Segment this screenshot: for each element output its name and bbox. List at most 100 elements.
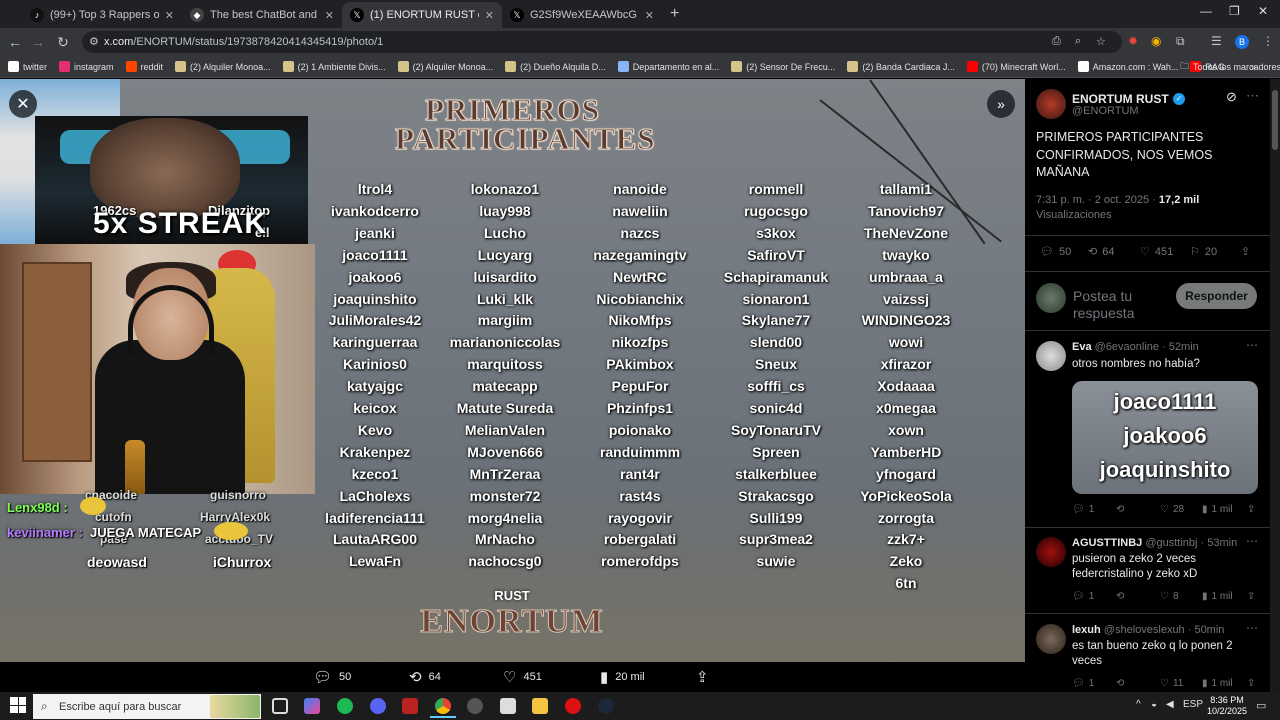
reply-name[interactable]: lexuh [1072, 624, 1101, 636]
all-bookmarks-button[interactable]: 🗀︎ Todos los marcadores [1180, 59, 1280, 75]
more-options-icon[interactable]: ⋯ [1246, 338, 1258, 352]
windows-start-icon[interactable] [10, 697, 26, 713]
reply-name[interactable]: AGUSTTINBJ [1072, 537, 1142, 549]
extension-icon[interactable]: ✹ [1128, 34, 1138, 48]
notifications-icon[interactable]: ▭ [1256, 699, 1266, 712]
app-icon[interactable] [402, 698, 418, 714]
bookmark-item[interactable]: (2) 1 Ambiente Divis... [282, 61, 386, 72]
author-name[interactable]: ENORTUM RUST [1072, 92, 1169, 106]
address-bar[interactable]: ⚙ x.com/ENORTUM/status/19738784204143454… [82, 31, 1122, 53]
scrollbar-thumb[interactable] [1272, 90, 1278, 150]
repost-button[interactable]: ⟲ 64 [1088, 245, 1114, 259]
chrome-icon[interactable] [435, 698, 451, 714]
reply-button[interactable]: 💬︎ 1 [1072, 591, 1094, 602]
browser-tab-active[interactable]: 𝕏 (1) ENORTUM RUST en X: "PRIM ✕ [342, 2, 502, 28]
reading-list-icon[interactable]: ☰ [1211, 34, 1222, 48]
reply-image[interactable]: joaco1111 joakoo6 joaquinshito [1072, 381, 1258, 494]
reply-button[interactable]: 💬︎ 50 [1040, 245, 1071, 259]
copilot-icon[interactable] [304, 698, 320, 714]
like-button[interactable]: ♡ 11 [1160, 678, 1183, 689]
close-photo-button[interactable]: ✕ [9, 90, 37, 118]
reply-item[interactable]: AGUSTTINBJ @gusttinbj · 53min ⋯ pusieron… [1025, 534, 1270, 612]
like-button[interactable]: ♡ 451 [503, 668, 542, 686]
browser-tab[interactable]: ◆ The best ChatBot and Widgets ✕ [182, 2, 342, 28]
close-tab-icon[interactable]: ✕ [325, 9, 334, 22]
bookmark-item[interactable]: Amazon.com : Wah... [1077, 61, 1178, 72]
forward-arrow-icon[interactable]: → [26, 34, 50, 50]
bookmark-item[interactable]: (2) Dueño Alquila D... [505, 61, 606, 72]
reply-avatar[interactable] [1036, 341, 1066, 371]
steam-icon[interactable] [598, 698, 614, 714]
share-button[interactable]: ⇪ [1247, 591, 1255, 602]
share-button[interactable]: ⇪ [1247, 504, 1255, 515]
minimize-icon[interactable]: — [1200, 4, 1212, 18]
reply-avatar[interactable] [1036, 537, 1066, 567]
close-tab-icon[interactable]: ✕ [645, 9, 654, 22]
extensions-puzzle-icon[interactable]: ⧉ [1176, 34, 1185, 49]
bookmark-item[interactable]: (2) Alquiler Monoa... [397, 61, 493, 72]
site-info-icon[interactable]: ⚙ [89, 35, 99, 48]
share-button[interactable]: ⇪ [696, 668, 709, 686]
obs-icon[interactable] [467, 698, 483, 714]
views-button[interactable]: ▮ 20 mil [600, 668, 645, 686]
bookmark-button[interactable]: ⚐ 20 [1190, 245, 1217, 259]
more-options-icon[interactable]: ⋯ [1246, 621, 1258, 635]
repost-button[interactable]: ⟲ [1116, 504, 1124, 515]
like-button[interactable]: ♡ 451 [1140, 245, 1173, 259]
views-button[interactable]: ▮ 1 mil [1202, 678, 1233, 689]
bookmark-item[interactable]: (2) Alquiler Monoa... [175, 61, 271, 72]
bookmark-item[interactable]: (2) Banda Cardiaca J... [847, 61, 955, 72]
toggle-panel-button[interactable]: » [987, 90, 1015, 118]
close-tab-icon[interactable]: ✕ [485, 9, 494, 22]
repost-button[interactable]: ⟲ [1116, 591, 1124, 602]
views-button[interactable]: ▮ 1 mil [1202, 504, 1233, 515]
reply-input[interactable]: Postea tu respuesta [1073, 288, 1163, 322]
post-timestamp[interactable]: 7:31 p. m. · 2 oct. 2025 · [1036, 194, 1156, 206]
tray-arrow-icon[interactable]: ^ [1136, 699, 1141, 710]
back-arrow-icon[interactable]: ← [3, 34, 27, 50]
reply-button[interactable]: 💬︎ 50 [313, 668, 351, 686]
zoom-icon[interactable]: ⌕ [1075, 35, 1081, 48]
more-options-icon[interactable]: ⋯ [1246, 88, 1259, 104]
taskbar-clock[interactable]: 8:36 PM 10/2/2025 [1205, 695, 1249, 717]
browser-tab[interactable]: 𝕏 G2Sf9WeXEAAWbcG (1200×67 ✕ [502, 2, 662, 28]
close-tab-icon[interactable]: ✕ [165, 9, 174, 22]
scrollbar[interactable] [1270, 79, 1280, 692]
star-icon[interactable]: ☆ [1096, 35, 1106, 48]
opera-icon[interactable] [565, 698, 581, 714]
reply-item[interactable]: lexuh @sheloveslexuh · 50min ⋯ es tan bu… [1025, 621, 1270, 692]
reload-icon[interactable]: ↻ [51, 34, 75, 51]
task-view-icon[interactable] [272, 698, 288, 714]
menu-kebab-icon[interactable]: ⋮ [1262, 34, 1274, 48]
like-button[interactable]: ♡ 8 [1160, 591, 1179, 602]
spotify-icon[interactable] [337, 698, 353, 714]
browser-tab[interactable]: ♪ (99+) Top 3 Rappers of Septem ✕ [22, 2, 182, 28]
bookmark-item[interactable]: (2) Sensor De Frecu... [731, 61, 835, 72]
maximize-icon[interactable]: ❐ [1229, 4, 1240, 18]
profile-avatar[interactable]: B [1235, 35, 1249, 49]
new-tab-button[interactable]: + [662, 2, 687, 28]
views-button[interactable]: ▮ 1 mil [1202, 591, 1233, 602]
language-indicator[interactable]: ESP [1183, 699, 1203, 710]
volume-icon[interactable]: ◀ [1166, 699, 1174, 710]
install-icon[interactable]: ⎙ [1052, 35, 1061, 48]
capcut-icon[interactable] [500, 698, 516, 714]
reply-button[interactable]: 💬︎ 1 [1072, 678, 1094, 689]
author-handle[interactable]: @ENORTUM [1072, 105, 1139, 117]
author-avatar[interactable] [1036, 89, 1066, 119]
bookmark-item[interactable]: twitter [8, 61, 47, 72]
reply-submit-button[interactable]: Responder [1176, 283, 1257, 309]
bookmark-item[interactable]: reddit [125, 61, 163, 72]
grok-icon[interactable]: ⊘ [1226, 89, 1237, 105]
repost-button[interactable]: ⟲ 64 [409, 668, 441, 686]
more-options-icon[interactable]: ⋯ [1246, 534, 1258, 548]
repost-button[interactable]: ⟲ [1116, 678, 1124, 689]
bookmark-item[interactable]: (70) Minecraft Worl... [966, 61, 1066, 72]
network-icon[interactable]: ◒ [1151, 699, 1157, 710]
bookmark-item[interactable]: Departamento en al... [617, 61, 719, 72]
reply-name[interactable]: Eva [1072, 341, 1092, 353]
like-button[interactable]: ♡ 28 [1160, 504, 1184, 515]
share-button[interactable]: ⇪ [1247, 678, 1255, 689]
share-button[interactable]: ⇪ [1241, 245, 1250, 258]
reply-button[interactable]: 💬︎ 1 [1072, 504, 1094, 515]
